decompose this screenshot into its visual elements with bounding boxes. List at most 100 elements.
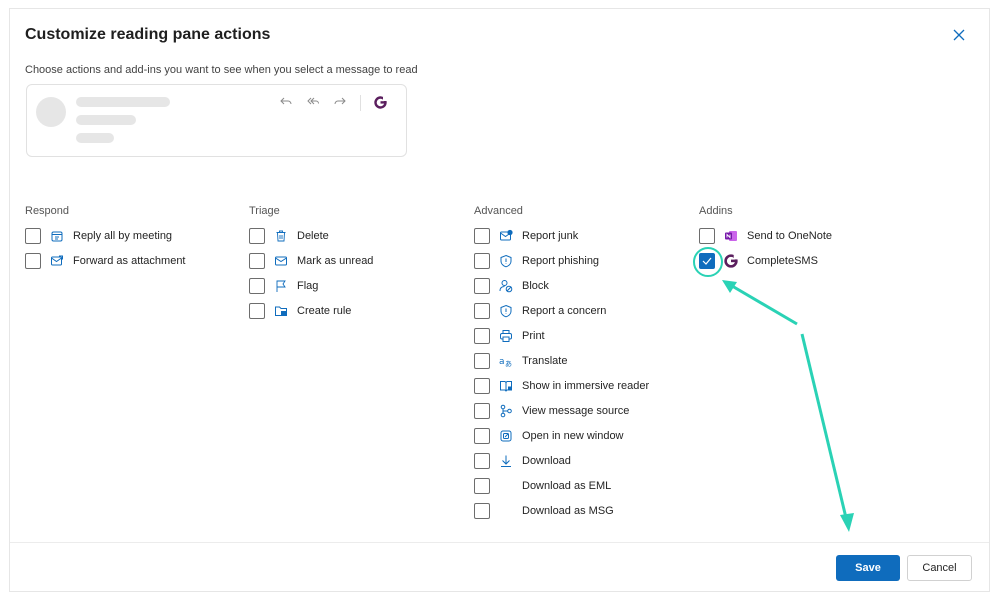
respond-header: Respond	[25, 205, 70, 217]
option-report-junk[interactable]: Report junk	[474, 227, 578, 245]
mail-icon	[274, 254, 288, 268]
dialog-title: Customize reading pane actions	[25, 26, 271, 43]
checkbox[interactable]	[474, 403, 490, 419]
option-label: Report phishing	[522, 255, 600, 267]
checkbox[interactable]	[474, 228, 490, 244]
option-label: CompleteSMS	[747, 255, 818, 267]
checkbox[interactable]	[249, 303, 265, 319]
checkbox-checked[interactable]	[699, 253, 715, 269]
shield-alert-icon	[499, 304, 513, 318]
checkbox[interactable]	[474, 328, 490, 344]
option-print[interactable]: Print	[474, 327, 545, 345]
save-button[interactable]: Save	[836, 555, 900, 581]
checkbox[interactable]	[699, 228, 715, 244]
option-mark-as-unread[interactable]: Mark as unread	[249, 252, 373, 270]
checkbox[interactable]	[474, 353, 490, 369]
checkbox[interactable]	[474, 453, 490, 469]
option-label: Forward as attachment	[73, 255, 186, 267]
option-flag[interactable]: Flag	[249, 277, 318, 295]
trash-icon	[274, 229, 288, 243]
option-forward-as-attachment[interactable]: Forward as attachment	[25, 252, 186, 270]
option-label: Download as EML	[522, 480, 612, 492]
close-icon[interactable]	[952, 28, 966, 42]
printer-icon	[499, 329, 513, 343]
option-delete[interactable]: Delete	[249, 227, 329, 245]
checkbox[interactable]	[474, 503, 490, 519]
checkbox[interactable]	[474, 478, 490, 494]
reply-icon	[279, 94, 293, 111]
option-label: Mark as unread	[297, 255, 374, 267]
option-completesms[interactable]: CompleteSMS	[699, 252, 818, 270]
option-label: Block	[522, 280, 549, 292]
respond-column: Respond Reply all by meeting Forward as …	[25, 205, 186, 269]
option-send-to-onenote[interactable]: Send to OneNote	[699, 227, 832, 245]
triage-header: Triage	[249, 205, 280, 217]
shield-icon	[499, 254, 513, 268]
checkbox[interactable]	[474, 253, 490, 269]
option-label: Delete	[297, 230, 329, 242]
triage-column: Triage Delete Mark as unread Flag Create…	[249, 205, 373, 319]
option-download-as-msg[interactable]: Download as MSG	[474, 502, 614, 520]
option-label: Create rule	[297, 305, 352, 317]
checkbox[interactable]	[25, 253, 41, 269]
checkbox[interactable]	[25, 228, 41, 244]
option-label: Show in immersive reader	[522, 380, 650, 392]
preview-separator	[360, 94, 361, 111]
option-report-a-concern[interactable]: Report a concern	[474, 302, 606, 320]
mail-junk-icon	[499, 229, 513, 243]
checkbox[interactable]	[474, 378, 490, 394]
calendar-reply-icon	[50, 229, 64, 243]
checkbox[interactable]	[474, 428, 490, 444]
option-label: Reply all by meeting	[73, 230, 173, 242]
cancel-button[interactable]: Cancel	[907, 555, 972, 581]
download-icon	[499, 454, 513, 468]
option-download-as-eml[interactable]: Download as EML	[474, 477, 611, 495]
folder-rule-icon	[274, 304, 288, 318]
avatar-placeholder	[36, 97, 66, 127]
option-open-in-new-window[interactable]: Open in new window	[474, 427, 624, 445]
option-view-message-source[interactable]: View message source	[474, 402, 629, 420]
checkbox[interactable]	[474, 303, 490, 319]
translate-icon: aあ	[499, 354, 513, 368]
completesms-icon	[374, 96, 387, 109]
option-show-in-immersive-reader[interactable]: Show in immersive reader	[474, 377, 649, 395]
option-label: Print	[522, 330, 545, 342]
checkbox[interactable]	[474, 278, 490, 294]
option-download[interactable]: Download	[474, 452, 571, 470]
option-block[interactable]: Block	[474, 277, 549, 295]
checkbox[interactable]	[249, 253, 265, 269]
option-label: Send to OneNote	[747, 230, 833, 242]
reply-all-icon	[306, 94, 320, 111]
open-window-icon	[499, 429, 513, 443]
svg-text:あ: あ	[505, 360, 512, 368]
advanced-column: Advanced Report junk Report phishing Blo…	[474, 205, 649, 519]
addins-header: Addins	[699, 205, 733, 217]
option-label: Download as MSG	[522, 505, 614, 517]
checkbox[interactable]	[249, 278, 265, 294]
addins-column: Addins Send to OneNote CompleteSMS	[699, 205, 832, 269]
footer-divider	[10, 542, 989, 543]
body-placeholder	[76, 133, 114, 143]
advanced-header: Advanced	[474, 205, 523, 217]
immersive-reader-icon	[499, 379, 513, 393]
option-create-rule[interactable]: Create rule	[249, 302, 351, 320]
option-label: Flag	[297, 280, 319, 292]
source-icon	[499, 404, 513, 418]
dialog-subtitle: Choose actions and add-ins you want to s…	[25, 64, 418, 76]
completesms-icon	[724, 254, 738, 268]
option-label: Report a concern	[522, 305, 607, 317]
option-label: Report junk	[522, 230, 579, 242]
option-label: Translate	[522, 355, 568, 367]
checkbox[interactable]	[249, 228, 265, 244]
option-translate[interactable]: aあ Translate	[474, 352, 567, 370]
block-user-icon	[499, 279, 513, 293]
mail-attach-icon	[50, 254, 64, 268]
reading-pane-preview	[26, 84, 407, 157]
sender-placeholder	[76, 97, 170, 107]
subject-placeholder	[76, 115, 136, 125]
option-label: Download	[522, 455, 571, 467]
option-label: Open in new window	[522, 430, 624, 442]
option-reply-all-by-meeting[interactable]: Reply all by meeting	[25, 227, 172, 245]
option-report-phishing[interactable]: Report phishing	[474, 252, 599, 270]
forward-icon	[333, 94, 347, 111]
